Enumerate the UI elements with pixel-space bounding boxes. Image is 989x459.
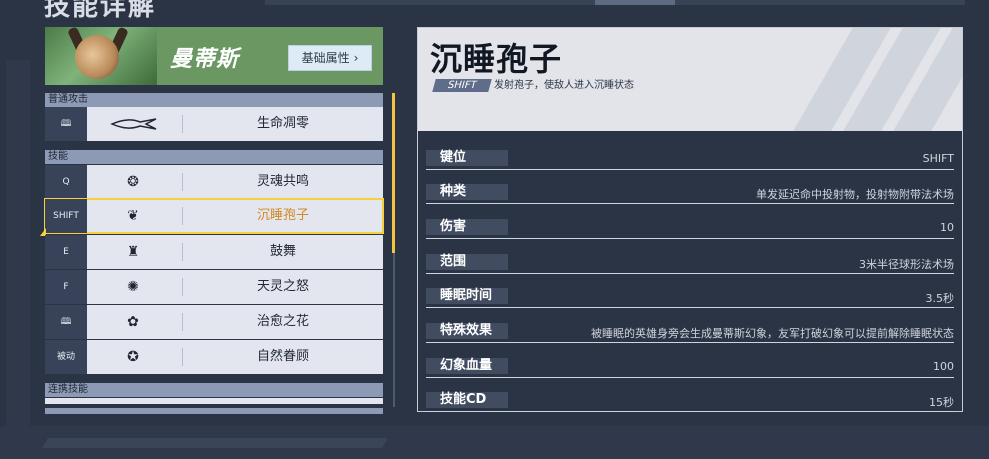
combo-row-partial-2 [45,408,383,414]
skill-title: 沉睡孢子 [430,40,563,78]
hero-name: 曼蒂斯 [170,47,240,72]
key-label: 被动 [45,340,87,374]
attr-value: 3米半径球形法术场 [859,258,954,271]
blade-icon [110,115,160,133]
attr-label: 睡眠时间 [440,288,493,303]
attr-label: 技能CD [440,392,487,407]
attr-row: 特殊效果 被睡眠的英雄身旁会生成曼蒂斯幻象，友军打破幻象可以提前解除睡眠状态 [426,321,954,351]
attr-row: 伤害 10 [426,217,954,247]
combo-row-partial [45,398,383,404]
attr-row: 技能CD 15秒 [426,390,954,420]
skill-name: 沉睡孢子 [256,208,309,223]
skill-name: 天灵之怒 [256,279,309,294]
attr-value: 单发延迟命中投射物，投射物附带法术场 [756,188,954,201]
key-mouse: 🕮 [45,107,87,141]
skill-row-q[interactable]: Q ❂ 灵魂共鸣 [45,165,383,199]
attr-row: 键位 SHIFT [426,148,954,178]
flower-icon: ✿ [127,314,139,330]
skill-row-alt[interactable]: 🕮 ✿ 治愈之花 [45,305,383,339]
attr-row: 睡眠时间 3.5秒 [426,286,954,316]
skill-row-passive[interactable]: 被动 ✪ 自然眷顾 [45,340,383,374]
soul-icon: ❂ [127,174,139,190]
floor-line [42,438,388,448]
skill-row-f[interactable]: F ✺ 天灵之怒 [45,270,383,304]
attr-label: 伤害 [440,219,467,234]
key-label: F [45,270,87,304]
chevron-right-icon: › [353,51,359,65]
base-attributes-label: 基础属性 [301,51,350,65]
skill-row-basic[interactable]: 🕮 生命凋零 [45,107,383,141]
key-label: 🕮 [45,305,87,339]
attr-value: 15秒 [929,396,954,409]
skill-name: 自然眷顾 [256,349,309,364]
skill-row-shift[interactable]: SHIFT ❦ 沉睡孢子 [44,198,384,234]
section-basic-attack: 普通攻击 [45,93,383,107]
nature-icon: ✪ [127,349,139,365]
skill-detail-panel: 沉睡孢子 SHIFT 发射孢子，使敌人进入沉睡状态 键位 SHIFT 种类 单发… [417,27,963,412]
key-label: SHIFT [45,199,87,233]
base-attributes-button[interactable]: 基础属性 › [288,45,372,71]
key-label: Q [45,165,87,199]
attr-row: 范围 3米半径球形法术场 [426,252,954,282]
skill-name: 鼓舞 [269,244,296,259]
key-label: E [45,235,87,269]
skill-detail-header: 沉睡孢子 SHIFT 发射孢子，使敌人进入沉睡状态 [418,28,962,131]
wrath-icon: ✺ [127,279,139,295]
attr-label: 种类 [440,184,467,199]
skill-name: 灵魂共鸣 [256,174,309,189]
skill-description: 发射孢子，使敌人进入沉睡状态 [494,80,634,91]
attr-value: 10 [940,221,954,234]
attr-value: SHIFT [922,152,954,165]
skill-name: 治愈之花 [256,314,309,329]
attr-label: 特殊效果 [440,323,493,338]
attr-value: 3.5秒 [925,292,955,305]
dance-icon: ♜ [126,244,140,260]
page-title: 技能详解 [44,0,157,22]
hero-portrait [45,27,157,85]
attr-row: 幻象血量 100 [426,356,954,386]
spore-icon: ❦ [127,208,139,224]
key-tag: SHIFT [432,79,492,92]
attr-row: 种类 单发延迟命中投射物，投射物附带法术场 [426,182,954,212]
skill-row-e[interactable]: E ♜ 鼓舞 [45,235,383,269]
attr-value: 被睡眠的英雄身旁会生成曼蒂斯幻象，友军打破幻象可以提前解除睡眠状态 [591,327,954,340]
attr-label: 键位 [440,150,467,165]
top-strip-highlight [595,0,675,5]
attr-value: 100 [933,360,954,373]
section-combo-skills: 连携技能 [45,383,383,397]
attr-label: 范围 [440,254,467,269]
section-skills: 技能 [45,150,383,164]
skill-name: 生命凋零 [256,116,309,131]
attr-label: 幻象血量 [440,358,493,373]
bg-decoration [6,60,30,440]
scrollbar-thumb[interactable] [392,93,395,253]
